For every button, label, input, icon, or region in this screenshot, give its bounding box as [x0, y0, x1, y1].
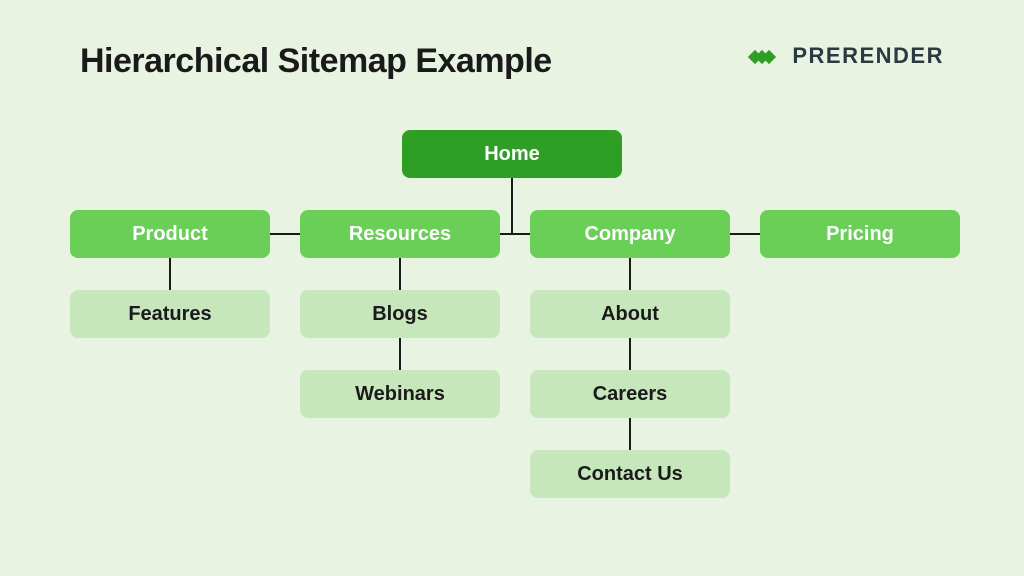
node-pricing: Pricing — [760, 210, 960, 258]
node-contact-us: Contact Us — [530, 450, 730, 498]
connector — [399, 258, 401, 290]
node-label: Features — [128, 303, 211, 326]
brand: PRERENDER — [748, 42, 944, 70]
node-label: Careers — [593, 383, 668, 406]
node-label: About — [601, 303, 659, 326]
node-label: Product — [132, 223, 208, 246]
node-label: Pricing — [826, 223, 894, 246]
connector — [629, 418, 631, 450]
node-webinars: Webinars — [300, 370, 500, 418]
connector — [629, 338, 631, 370]
connector — [169, 258, 171, 290]
node-product: Product — [70, 210, 270, 258]
connector — [399, 338, 401, 370]
node-about: About — [530, 290, 730, 338]
prerender-logo-icon — [748, 42, 782, 70]
page-title: Hierarchical Sitemap Example — [80, 42, 552, 81]
connector — [629, 258, 631, 290]
connector — [170, 233, 860, 235]
connector — [511, 178, 513, 234]
node-label: Blogs — [372, 303, 428, 326]
node-label: Contact Us — [577, 463, 683, 486]
brand-name: PRERENDER — [792, 43, 944, 69]
node-company: Company — [530, 210, 730, 258]
node-label: Resources — [349, 223, 451, 246]
node-home: Home — [402, 130, 622, 178]
node-resources: Resources — [300, 210, 500, 258]
node-label: Home — [484, 143, 540, 166]
node-label: Webinars — [355, 383, 445, 406]
node-blogs: Blogs — [300, 290, 500, 338]
node-features: Features — [70, 290, 270, 338]
node-careers: Careers — [530, 370, 730, 418]
node-label: Company — [584, 223, 675, 246]
